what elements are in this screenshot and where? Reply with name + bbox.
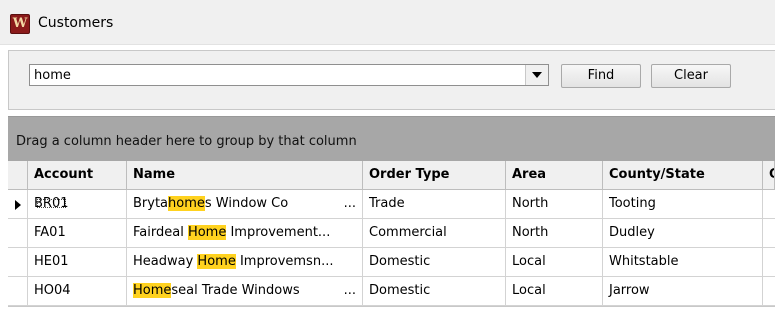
cell-name[interactable]: Brytahomes Window Co... bbox=[127, 190, 363, 218]
cell-area[interactable]: Local bbox=[506, 277, 603, 305]
cell-order-type[interactable]: Trade bbox=[363, 190, 506, 218]
cell-next[interactable] bbox=[763, 219, 775, 247]
name-text-after: Improvemsn... bbox=[235, 254, 334, 269]
search-highlight: home bbox=[168, 196, 205, 211]
table-row[interactable]: HE01 Headway Home Improvemsn... Domestic… bbox=[8, 248, 775, 277]
row-indicator[interactable] bbox=[8, 248, 28, 276]
current-row-arrow-icon bbox=[15, 200, 21, 210]
search-panel: Find Clear bbox=[8, 50, 775, 110]
grid-header-row: Account Name Order Type Area County/Stat… bbox=[8, 161, 775, 190]
name-text-before: Bryta bbox=[133, 196, 169, 211]
column-header-county-state[interactable]: County/State bbox=[603, 161, 763, 189]
cell-order-type[interactable]: Domestic bbox=[363, 248, 506, 276]
cell-area[interactable]: North bbox=[506, 219, 603, 247]
row-indicator[interactable] bbox=[8, 219, 28, 247]
row-indicator[interactable] bbox=[8, 277, 28, 305]
cell-name[interactable]: Fairdeal Home Improvement... bbox=[127, 219, 363, 247]
cell-account[interactable]: HE01 bbox=[28, 248, 127, 276]
name-text-before: Headway bbox=[133, 254, 198, 269]
name-text-after: s Window Co bbox=[204, 196, 289, 211]
cell-county-state[interactable]: Jarrow bbox=[603, 277, 763, 305]
dropdown-button[interactable] bbox=[525, 65, 548, 85]
customers-grid: Account Name Order Type Area County/Stat… bbox=[8, 161, 775, 306]
cell-county-state[interactable]: Whitstable bbox=[603, 248, 763, 276]
cell-order-type[interactable]: Domestic bbox=[363, 277, 506, 305]
app-logo-icon: W bbox=[10, 14, 30, 34]
title-bar: W Customers bbox=[0, 0, 775, 45]
cell-next[interactable] bbox=[763, 190, 775, 218]
account-value: BR01 bbox=[34, 196, 69, 211]
search-input[interactable] bbox=[30, 65, 524, 85]
name-text-after: seal Trade Windows bbox=[171, 283, 300, 298]
truncation-ellipsis: ... bbox=[343, 283, 356, 298]
table-row[interactable]: FA01 Fairdeal Home Improvement... Commer… bbox=[8, 219, 775, 248]
cell-name[interactable]: Headway Home Improvemsn... bbox=[127, 248, 363, 276]
cell-account[interactable]: HO04 bbox=[28, 277, 127, 305]
cell-account[interactable]: BR01 bbox=[28, 190, 127, 218]
cell-name[interactable]: Homeseal Trade Windows... bbox=[127, 277, 363, 305]
group-by-hint: Drag a column header here to group by th… bbox=[16, 134, 357, 149]
cell-area[interactable]: North bbox=[506, 190, 603, 218]
column-header-area[interactable]: Area bbox=[506, 161, 603, 189]
table-row[interactable]: HO04 Homeseal Trade Windows... Domestic … bbox=[8, 277, 775, 306]
cell-area[interactable]: Local bbox=[506, 248, 603, 276]
find-button[interactable]: Find bbox=[561, 64, 641, 88]
table-row[interactable]: BR01 Brytahomes Window Co... Trade North… bbox=[8, 190, 775, 219]
search-highlight: Home bbox=[197, 254, 236, 269]
cell-next[interactable] bbox=[763, 277, 775, 305]
row-indicator[interactable] bbox=[8, 190, 28, 218]
column-header-account[interactable]: Account bbox=[28, 161, 127, 189]
column-header-order-type[interactable]: Order Type bbox=[363, 161, 506, 189]
chevron-down-icon bbox=[532, 72, 542, 78]
cell-county-state[interactable]: Dudley bbox=[603, 219, 763, 247]
cell-county-state[interactable]: Tooting bbox=[603, 190, 763, 218]
cell-next[interactable] bbox=[763, 248, 775, 276]
search-highlight: Home bbox=[133, 283, 172, 298]
customers-window: W Customers Find Clear Drag a column hea… bbox=[0, 0, 775, 323]
cell-order-type[interactable]: Commercial bbox=[363, 219, 506, 247]
window-title: Customers bbox=[38, 15, 114, 31]
header-indicator-cell bbox=[8, 161, 28, 189]
name-text-after: Improvement... bbox=[226, 225, 331, 240]
column-header-name[interactable]: Name bbox=[127, 161, 363, 189]
grid-bottom-border bbox=[8, 306, 775, 307]
cell-account[interactable]: FA01 bbox=[28, 219, 127, 247]
clear-button[interactable]: Clear bbox=[651, 64, 731, 88]
search-combo[interactable] bbox=[29, 64, 549, 86]
search-highlight: Home bbox=[187, 225, 227, 240]
name-text-before: Fairdeal bbox=[133, 225, 188, 240]
column-header-next[interactable]: C bbox=[763, 161, 775, 189]
group-by-panel[interactable]: Drag a column header here to group by th… bbox=[8, 116, 775, 162]
truncation-ellipsis: ... bbox=[343, 196, 356, 211]
